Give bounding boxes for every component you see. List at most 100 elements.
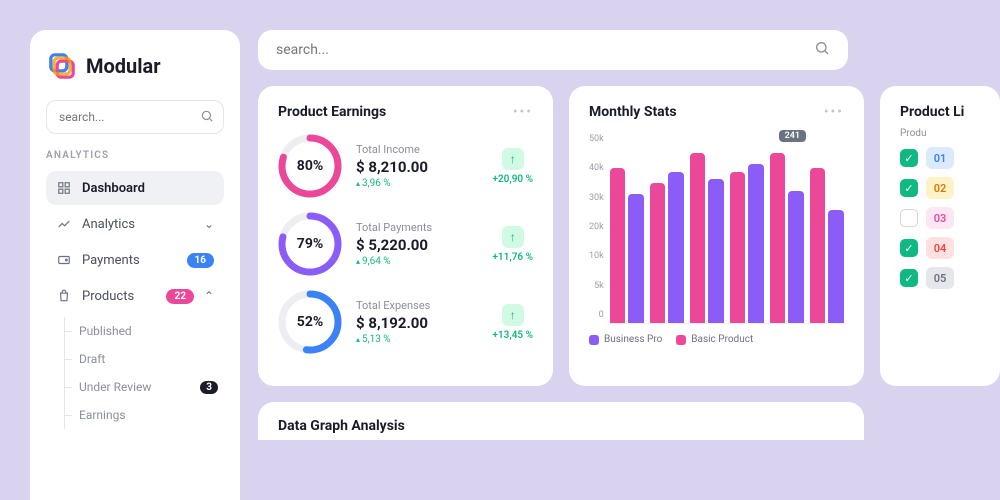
product-chip: 03 xyxy=(926,207,954,229)
bar-basic[interactable] xyxy=(650,183,666,323)
y-tick: 50k xyxy=(589,134,604,144)
metric-value: $ 5,220.00 xyxy=(356,236,478,254)
monthly-stats-card: Monthly Stats ••• 50k40k30k20k10k5k0 241… xyxy=(569,86,864,386)
product-chip: 04 xyxy=(926,237,954,259)
more-icon[interactable]: ••• xyxy=(513,104,533,120)
subitem-label: Draft xyxy=(79,352,105,366)
metric-label: Total Expenses xyxy=(356,299,478,312)
ring-percent: 79% xyxy=(278,212,342,276)
swatch-icon xyxy=(676,335,686,345)
card-title: Product Li xyxy=(900,104,964,120)
progress-ring: 52% xyxy=(278,290,342,354)
earnings-row: 52%Total Expenses$ 8,192.005,13 %↑+13,45… xyxy=(278,290,533,354)
y-tick: 20k xyxy=(589,222,604,232)
top-search-input[interactable] xyxy=(276,42,814,58)
y-tick: 10k xyxy=(589,251,604,261)
list-item: ✓02 xyxy=(900,177,980,199)
sidebar-item-payments[interactable]: Payments 16 xyxy=(46,243,224,277)
subitem-label: Earnings xyxy=(79,408,126,422)
brand-logo: Modular xyxy=(46,50,224,82)
bar-business[interactable] xyxy=(828,210,844,323)
sidebar-item-products[interactable]: Products 22 ⌃ xyxy=(46,279,224,313)
checkbox[interactable]: ✓ xyxy=(900,179,918,197)
list-item: 03 xyxy=(900,207,980,229)
y-axis: 50k40k30k20k10k5k0 xyxy=(589,134,604,324)
bar-basic[interactable] xyxy=(610,168,626,323)
swatch-icon xyxy=(589,335,599,345)
y-tick: 5k xyxy=(589,281,604,291)
sidebar-search xyxy=(46,100,224,134)
bag-icon xyxy=(56,288,72,304)
nav-label: Products xyxy=(82,289,156,304)
arrow-up-icon: ↑ xyxy=(502,304,524,326)
top-search xyxy=(258,30,848,70)
search-icon xyxy=(200,108,214,127)
bar-basic[interactable] xyxy=(810,168,826,323)
badge-payments: 16 xyxy=(187,253,214,268)
bar-pair xyxy=(650,134,684,323)
checkbox[interactable]: ✓ xyxy=(900,149,918,167)
section-label-analytics: ANALYTICS xyxy=(46,150,224,161)
bar-business[interactable] xyxy=(788,191,804,323)
product-chip: 05 xyxy=(926,267,954,289)
arrow-up-icon: ↑ xyxy=(502,226,524,248)
bar-pair xyxy=(690,134,724,323)
product-earnings-card: Product Earnings ••• 80% Total Income $ 8,… xyxy=(258,86,553,386)
y-tick: 0 xyxy=(589,310,604,320)
chart-icon xyxy=(56,216,72,232)
metric-label: Total Payments xyxy=(356,221,478,234)
checkbox[interactable] xyxy=(900,209,918,227)
bar-business[interactable] xyxy=(628,194,644,323)
sidebar-search-input[interactable] xyxy=(46,100,224,134)
bar-business[interactable] xyxy=(708,179,724,323)
chart-legend: Business Pro Basic Product xyxy=(589,334,844,345)
main-content: Product Earnings ••• 80% Total Income $ 8,… xyxy=(258,30,1000,500)
sidebar-item-analytics[interactable]: Analytics ⌄ xyxy=(46,207,224,241)
sidebar: Modular ANALYTICS Dashboard Analytics ⌄ … xyxy=(30,30,240,500)
chevron-down-icon: ⌄ xyxy=(204,217,214,231)
bar-pair xyxy=(730,134,764,323)
badge-review: 3 xyxy=(200,381,218,394)
earnings-row: 79%Total Payments$ 5,220.009,64 %↑+11,76… xyxy=(278,212,533,276)
y-tick: 30k xyxy=(589,193,604,203)
product-chip: 01 xyxy=(926,147,954,169)
monthly-chart: 50k40k30k20k10k5k0 241 xyxy=(589,134,844,324)
bar-pair xyxy=(610,134,644,323)
products-submenu: Published Draft Under Review3 Earnings xyxy=(64,317,224,429)
subitem-earnings[interactable]: Earnings xyxy=(69,401,224,429)
brand-name: Modular xyxy=(86,54,161,78)
nav-label: Dashboard xyxy=(82,181,214,196)
nav-label: Payments xyxy=(82,253,177,268)
bar-basic[interactable] xyxy=(730,172,746,323)
more-icon[interactable]: ••• xyxy=(824,104,844,120)
nav-label: Analytics xyxy=(82,217,194,232)
subitem-draft[interactable]: Draft xyxy=(69,345,224,373)
ring-percent: 52% xyxy=(278,290,342,354)
checkbox[interactable]: ✓ xyxy=(900,269,918,287)
progress-ring: 80% xyxy=(278,134,342,198)
metric-growth: +13,45 % xyxy=(492,330,533,341)
card-title: Product Earnings xyxy=(278,104,386,120)
bar-business[interactable] xyxy=(748,164,764,323)
bar-basic[interactable] xyxy=(770,153,786,323)
search-icon xyxy=(814,40,830,60)
checkbox[interactable]: ✓ xyxy=(900,239,918,257)
bar-pair xyxy=(810,134,844,323)
metric-value: $ 8,192.00 xyxy=(356,314,478,332)
legend-label: Business Pro xyxy=(604,334,662,345)
bar-pair xyxy=(770,134,804,323)
grid-icon xyxy=(56,180,72,196)
metric-delta: 9,64 % xyxy=(356,256,478,267)
chart-bars: 241 xyxy=(610,134,844,324)
metric-label: Total Income xyxy=(356,143,478,156)
card-title: Monthly Stats xyxy=(589,104,677,120)
subitem-published[interactable]: Published xyxy=(69,317,224,345)
chart-tooltip: 241 xyxy=(779,130,806,142)
subitem-under-review[interactable]: Under Review3 xyxy=(69,373,224,401)
metric-delta: 3,96 % xyxy=(356,178,478,189)
list-item: ✓ 04 xyxy=(900,237,980,259)
badge-products: 22 xyxy=(166,289,193,304)
bar-basic[interactable] xyxy=(690,153,706,323)
sidebar-item-dashboard[interactable]: Dashboard xyxy=(46,171,224,205)
bar-business[interactable] xyxy=(668,172,684,323)
